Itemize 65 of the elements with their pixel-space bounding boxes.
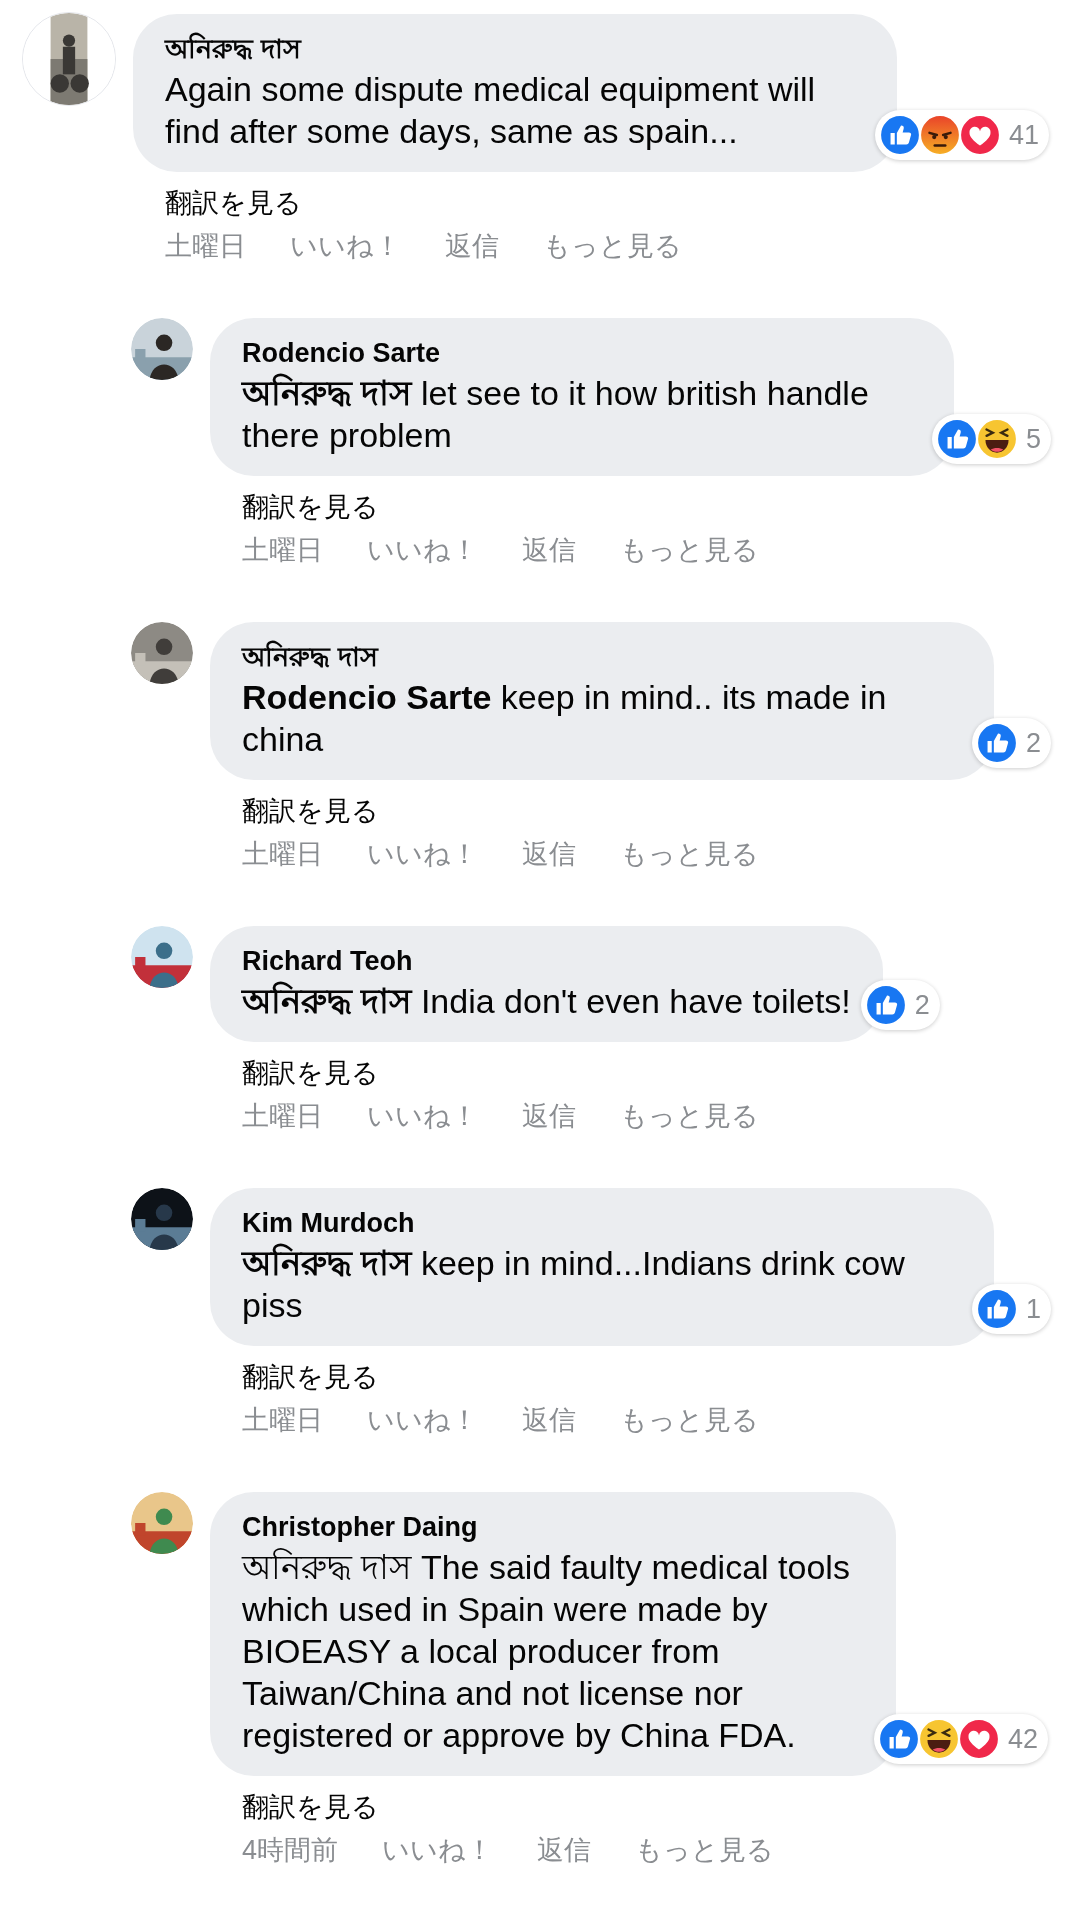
like-reaction-icon [976, 722, 1018, 764]
reaction-count: 1 [1026, 1293, 1042, 1325]
reaction-count: 41 [1009, 119, 1040, 151]
timestamp: 土曜日 [242, 1100, 323, 1133]
reply-text: অনিরুদ্ধ দাস The said faulty medical tools which used in Spain were made by BIOEASY a local producer from Taiwan/China and not license nor registered or approve by China FDA. [242, 1547, 851, 1756]
reaction-count: 5 [1026, 423, 1042, 455]
like-reaction-icon [878, 1718, 920, 1760]
see-translation-link[interactable]: 翻訳を見る [242, 488, 379, 526]
more-link[interactable]: もっと見る [620, 1400, 759, 1440]
reply-link[interactable]: 返信 [445, 226, 499, 266]
heart-reaction-icon [958, 1718, 1000, 1760]
angry-reaction-icon [919, 114, 961, 156]
author-name[interactable]: Rodencio Sarte [242, 334, 922, 372]
reply-text: অনিরুদ্ধ দাস let see to it how british handle there problem [242, 372, 870, 456]
like-reaction-icon [976, 1288, 1018, 1330]
author-name[interactable]: Christopher Daing [242, 1508, 864, 1546]
more-link[interactable]: もっと見る [620, 834, 759, 874]
timestamp: 土曜日 [242, 1404, 323, 1437]
see-translation-link[interactable]: 翻訳を見る [242, 1054, 379, 1092]
like-link[interactable]: いいね！ [367, 530, 478, 570]
like-link[interactable]: いいね！ [367, 834, 478, 874]
reaction-count: 2 [1026, 727, 1042, 759]
reaction-summary[interactable]: 42 [874, 1714, 1049, 1764]
reaction-summary[interactable]: 2 [860, 980, 940, 1030]
laughing-reaction-icon [918, 1718, 960, 1760]
timestamp: 土曜日 [165, 230, 246, 263]
timestamp: 4時間前 [242, 1834, 339, 1867]
like-reaction-icon [864, 984, 907, 1026]
reply-link[interactable]: 返信 [522, 1096, 576, 1136]
more-link[interactable]: もっと見る [543, 226, 682, 266]
like-reaction-icon [879, 114, 921, 156]
like-link[interactable]: いいね！ [367, 1096, 478, 1136]
like-link[interactable]: いいね！ [382, 1830, 494, 1870]
reply-text: অনিরুদ্ধ দাস keep in mind...Indians drink cow piss [242, 1242, 906, 1326]
reply-text: অনিরুদ্ধ দাস India don't even have toilets! [242, 980, 851, 1022]
see-translation-link[interactable]: 翻訳を見る [242, 1788, 379, 1826]
reaction-count: 2 [914, 989, 930, 1021]
timestamp: 土曜日 [242, 838, 323, 871]
reaction-summary[interactable]: 1 [972, 1284, 1052, 1334]
see-translation-link[interactable]: 翻訳を見る [165, 184, 302, 222]
like-link[interactable]: いいね！ [367, 1400, 478, 1440]
see-translation-link[interactable]: 翻訳を見る [242, 792, 379, 830]
comment-text: Again some dispute medical equipment will find after some days, same as spain... [165, 69, 817, 152]
laughing-reaction-icon [976, 418, 1018, 460]
more-link[interactable]: もっと見る [635, 1830, 775, 1870]
reply-text: Rodencio Sarte keep in mind.. its made in china [242, 677, 888, 760]
reply-link[interactable]: 返信 [522, 530, 576, 570]
reaction-count: 42 [1008, 1723, 1039, 1755]
reply-link[interactable]: 返信 [522, 1400, 576, 1440]
reply-link[interactable]: 返信 [537, 1830, 592, 1870]
reaction-summary[interactable]: 5 [932, 414, 1052, 464]
timestamp: 土曜日 [242, 534, 323, 567]
author-name[interactable]: অনিরুদ্ধ দাস [165, 30, 865, 68]
reply-link[interactable]: 返信 [522, 834, 576, 874]
more-link[interactable]: もっと見る [620, 1096, 759, 1136]
author-name[interactable]: Kim Murdoch [242, 1204, 962, 1242]
heart-reaction-icon [959, 114, 1001, 156]
author-name[interactable]: অনিরুদ্ধ দাস [242, 638, 962, 676]
like-reaction-icon [936, 418, 978, 460]
author-name[interactable]: Richard Teoh [242, 942, 851, 980]
like-link[interactable]: いいね！ [290, 226, 401, 266]
reaction-summary[interactable]: 2 [972, 718, 1052, 768]
more-link[interactable]: もっと見る [620, 530, 759, 570]
see-translation-link[interactable]: 翻訳を見る [242, 1358, 379, 1396]
reaction-summary[interactable]: 41 [875, 110, 1050, 160]
